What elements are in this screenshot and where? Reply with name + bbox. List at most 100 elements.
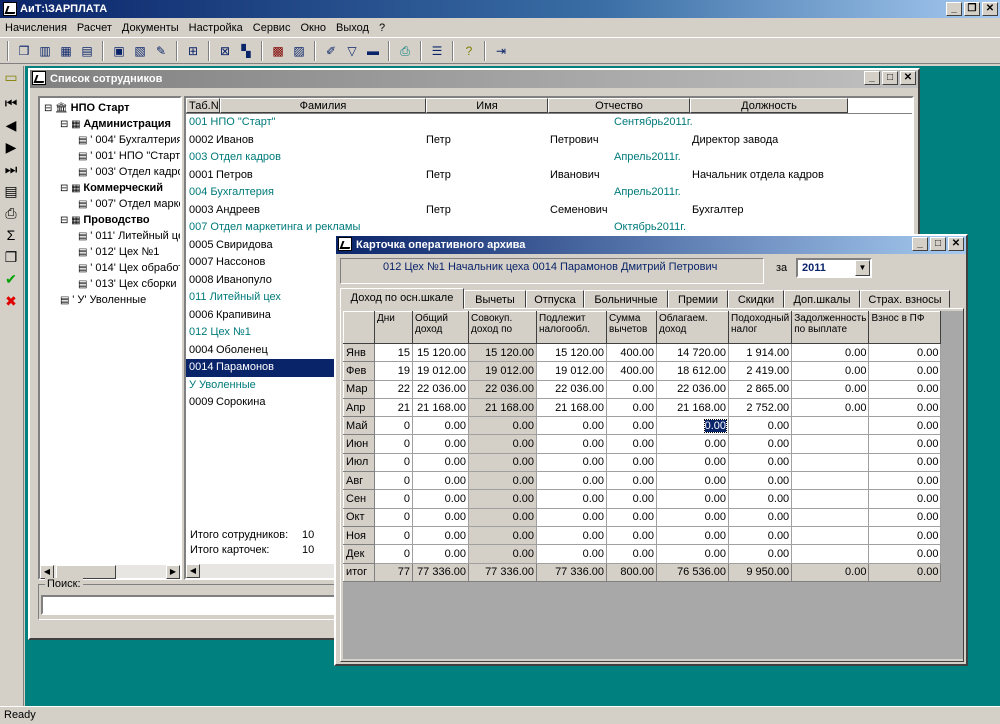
grid-cell[interactable] <box>791 544 870 564</box>
scroll-right-icon[interactable]: ▶ <box>166 565 180 579</box>
calendar-icon[interactable]: ▣ <box>110 42 128 60</box>
tab-item[interactable]: Доп.шкалы <box>784 290 860 308</box>
tree-node[interactable]: ▤ ' 011' Литейный цех <box>42 228 180 244</box>
help-book-icon[interactable]: ▨ <box>290 42 308 60</box>
copy-icon[interactable]: ❐ <box>0 246 22 268</box>
grid-cell[interactable]: 0.00 <box>656 452 729 473</box>
grid-cell[interactable]: 22 036.00 <box>656 379 729 399</box>
prev-record-icon[interactable]: ◀ <box>0 114 22 136</box>
income-grid[interactable]: Дни Общий доход Совокуп. доход по Подлежит … <box>343 311 942 582</box>
restore-icon[interactable]: ❐ <box>964 2 980 16</box>
grid-cell[interactable]: 19 012.00 <box>468 361 537 381</box>
menu-item[interactable]: Расчет <box>72 22 117 34</box>
grid-cell[interactable]: 9 950.00 <box>727 562 793 582</box>
grid-cell[interactable]: 0.00 <box>868 544 942 564</box>
archive-icon[interactable]: ▩ <box>269 42 287 60</box>
tree-node[interactable]: ▤ ' 004' Бухгалтерия <box>42 132 180 148</box>
grid-cell[interactable]: 0.00 <box>727 416 793 436</box>
grid-column-header[interactable]: Совокуп. доход по <box>468 311 537 344</box>
cancel-icon[interactable]: ✖ <box>0 290 22 312</box>
next-record-icon[interactable]: ▶ <box>0 136 22 158</box>
grid-cell[interactable]: 0.00 <box>868 379 942 399</box>
grid-cell[interactable]: 0.00 <box>468 489 537 509</box>
grid-cell[interactable]: 0.00 <box>656 434 729 454</box>
grid-column-header[interactable]: Подоходный налог <box>727 311 793 344</box>
grid-cell[interactable]: 0.00 <box>791 379 870 399</box>
grid-cell[interactable]: 22 036.00 <box>412 379 469 399</box>
grid-cell[interactable]: 0.00 <box>868 562 942 582</box>
close-icon[interactable]: ✕ <box>900 71 916 85</box>
grid-cell[interactable] <box>791 525 870 546</box>
grid-cell[interactable]: 0 <box>374 544 413 564</box>
checker-icon[interactable]: ▚ <box>237 42 255 60</box>
grid-cell[interactable]: 2 752.00 <box>727 397 793 418</box>
employee-row[interactable]: 0001 Петров Петр Иванович Начальник отдела к… <box>186 167 912 185</box>
maximize-icon[interactable]: □ <box>930 237 946 251</box>
grid-cell[interactable]: 21 168.00 <box>656 397 729 418</box>
printer-icon[interactable]: ⎙ <box>396 42 414 60</box>
menu-item[interactable]: Сервис <box>248 22 296 34</box>
scroll-left-icon[interactable]: ◀ <box>186 564 200 578</box>
tree-node[interactable]: ⊟ 🏛 НПО Старт <box>42 100 180 116</box>
menu-item[interactable]: Документы <box>117 22 184 34</box>
grid-cell[interactable]: 0.00 <box>868 507 942 527</box>
grid-cell[interactable]: 0.00 <box>536 434 607 454</box>
group-row[interactable]: 001 НПО "Старт" Сентябрь2011г. <box>186 114 912 132</box>
grid-cell[interactable]: 2 419.00 <box>727 361 793 381</box>
grid-cell[interactable]: 0.00 <box>868 452 942 473</box>
grid-cell[interactable]: 1 914.00 <box>727 342 793 363</box>
menu-item[interactable]: Выход <box>331 22 374 34</box>
grid-cell[interactable]: 0.00 <box>656 544 729 564</box>
grid-cell[interactable] <box>791 489 870 509</box>
col-tab-number[interactable]: Таб.N <box>186 98 220 113</box>
tree-hscrollbar[interactable]: ◀ ▶ <box>40 564 180 579</box>
grid-cell[interactable]: 2 865.00 <box>727 379 793 399</box>
grid-cell[interactable]: 0 <box>374 434 413 454</box>
grid-cell[interactable]: 21 <box>374 397 413 418</box>
menu-item[interactable]: Окно <box>295 22 331 34</box>
grid-cell[interactable]: 22 036.00 <box>536 379 607 399</box>
table-icon[interactable]: ▦ <box>57 42 75 60</box>
grid-cell[interactable]: 15 120.00 <box>412 342 469 363</box>
minimize-icon[interactable]: _ <box>864 71 880 85</box>
grid-cell[interactable]: 76 536.00 <box>656 562 729 582</box>
grid-cell[interactable] <box>791 416 870 436</box>
minimize-icon[interactable]: _ <box>946 2 962 16</box>
grid-cell[interactable]: 77 336.00 <box>468 562 537 582</box>
grid-cell[interactable]: 0.00 <box>468 452 537 473</box>
scroll-thumb[interactable] <box>56 565 116 579</box>
menu-item[interactable]: ? <box>374 22 390 34</box>
grid-cell[interactable]: 0.00 <box>468 525 537 546</box>
grid-cell[interactable]: 0.00 <box>791 361 870 381</box>
sum-icon[interactable]: Σ <box>0 224 22 246</box>
tree-node[interactable]: ▤ ' 014' Цех обработки <box>42 260 180 276</box>
search-input[interactable] <box>41 595 341 615</box>
year-select[interactable]: 2011 ▼ <box>796 258 872 278</box>
tab-item[interactable]: Доход по осн.шкале <box>340 288 464 309</box>
grid-cell[interactable]: 0.00 <box>468 416 537 436</box>
grid-cell[interactable]: 0.00 <box>727 525 793 546</box>
grid-cell[interactable]: 0.00 <box>727 452 793 473</box>
grid-cell[interactable]: 0.00 <box>656 416 729 436</box>
confirm-icon[interactable]: ✔ <box>0 268 22 290</box>
tab-item[interactable]: Скидки <box>728 290 784 308</box>
grid-column-header[interactable]: Облагаем. доход <box>656 311 729 344</box>
open-folder-icon[interactable]: ▭ <box>0 66 22 88</box>
grid-cell[interactable]: 0.00 <box>868 489 942 509</box>
grid-cell[interactable]: 0.00 <box>606 379 657 399</box>
grid-cell[interactable]: 0.00 <box>606 397 657 418</box>
grid-cell[interactable]: 0.00 <box>536 489 607 509</box>
grid-cell[interactable]: 19 012.00 <box>536 361 607 381</box>
grid-cell[interactable]: 800.00 <box>606 562 657 582</box>
grid-cell[interactable]: 0.00 <box>536 507 607 527</box>
grid-cell[interactable]: 0.00 <box>868 397 942 418</box>
grid-cell[interactable]: 77 336.00 <box>412 562 469 582</box>
grid-cell[interactable]: 0.00 <box>868 434 942 454</box>
tree-node[interactable]: ⊟ ▦ Администрация <box>42 116 180 132</box>
form-icon[interactable]: ▤ <box>0 180 22 202</box>
grid-cell[interactable]: 22 <box>374 379 413 399</box>
grid-cell[interactable]: 77 <box>374 562 413 582</box>
employee-row[interactable]: 0002 Иванов Петр Петрович Директор завода <box>186 132 912 150</box>
report-icon[interactable]: ☰ <box>428 42 446 60</box>
col-first-name[interactable]: Имя <box>426 98 548 113</box>
